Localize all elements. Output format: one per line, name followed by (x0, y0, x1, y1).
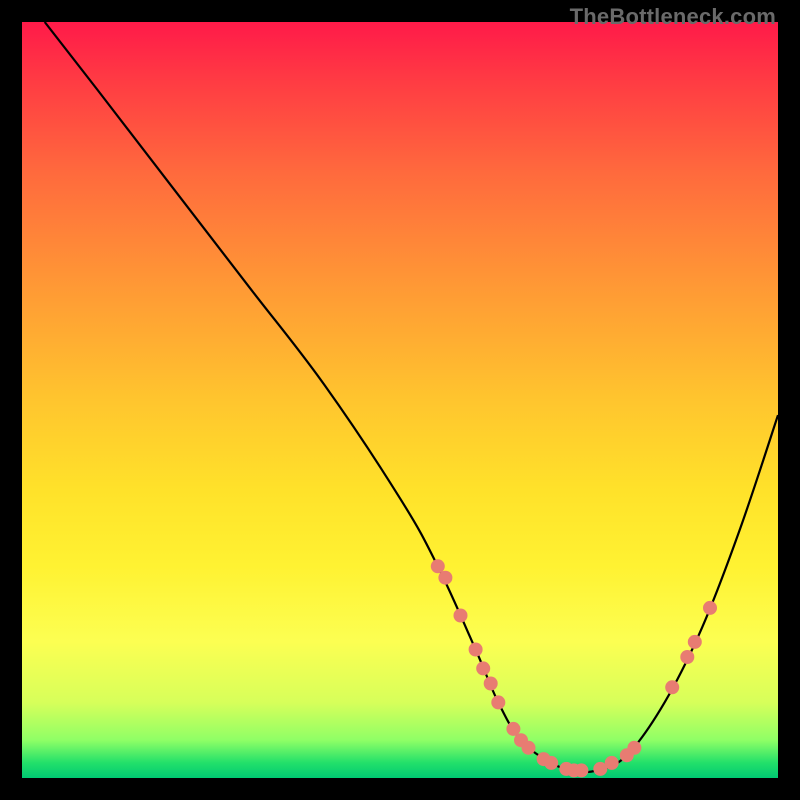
curve-marker (665, 680, 679, 694)
curve-marker (574, 763, 588, 777)
curve-marker (469, 643, 483, 657)
curve-marker (506, 722, 520, 736)
curve-marker (431, 559, 445, 573)
curve-marker (544, 756, 558, 770)
bottleneck-curve (45, 22, 778, 772)
curve-marker (567, 763, 581, 777)
chart-svg (22, 22, 778, 778)
curve-marker (688, 635, 702, 649)
curve-marker (438, 571, 452, 585)
curve-marker (680, 650, 694, 664)
curve-marker (605, 756, 619, 770)
curve-marker (476, 661, 490, 675)
curve-marker (514, 733, 528, 747)
chart-gradient-area (22, 22, 778, 778)
curve-marker (484, 677, 498, 691)
curve-marker (537, 752, 551, 766)
curve-marker (454, 609, 468, 623)
curve-marker (559, 762, 573, 776)
curve-marker (620, 748, 634, 762)
curve-marker (522, 741, 536, 755)
curve-marker (627, 741, 641, 755)
watermark-text: TheBottleneck.com (570, 4, 776, 30)
curve-markers (431, 559, 717, 777)
curve-marker (703, 601, 717, 615)
curve-marker (593, 762, 607, 776)
curve-marker (491, 695, 505, 709)
